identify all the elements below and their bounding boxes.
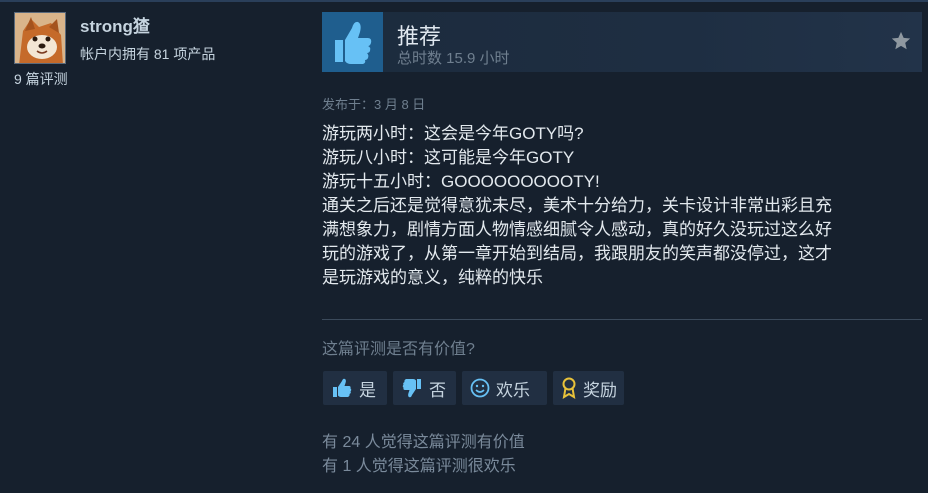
funny-count: 有 1 人觉得这篇评测很欢乐 — [322, 458, 516, 475]
dog-avatar-icon — [15, 13, 65, 63]
award-button[interactable]: 奖励 — [553, 371, 624, 405]
review-vote-header: 推荐 总时数 15.9 小时 — [322, 12, 922, 72]
review-line: 游玩八小时：这可能是今年GOTY — [322, 148, 575, 167]
thumbs-up-icon — [333, 378, 352, 397]
posted-date: 发布于：3 月 8 日 — [322, 97, 426, 112]
author-avatar[interactable] — [14, 12, 66, 64]
review-line: 满想象力，剧情方面人物情感细腻令人感动，真的好久没玩过这么好 — [322, 220, 832, 239]
review-line: 玩的游戏了，从第一章开始到结局，我跟朋友的笑声都没停过，这才 — [322, 244, 832, 263]
author-products-count[interactable]: 帐户内拥有 81 项产品 — [80, 44, 215, 64]
author-reviews-count[interactable]: 9 篇评测 — [14, 69, 68, 89]
top-border — [0, 0, 928, 2]
helpful-count: 有 24 人觉得这篇评测有价值 — [322, 434, 525, 451]
star-icon[interactable] — [890, 30, 912, 52]
review-line: 通关之后还是觉得意犹未尽，美术十分给力，关卡设计非常出彩且充 — [322, 196, 832, 215]
vote-no-label: 否 — [429, 380, 446, 400]
vote-funny-button[interactable]: 欢乐 — [462, 371, 547, 405]
award-label: 奖励 — [583, 380, 617, 400]
thumbs-down-icon — [402, 379, 421, 398]
vote-funny-label: 欢乐 — [496, 380, 530, 400]
review-body: 游玩两小时：这会是今年GOTY吗? 游玩八小时：这可能是今年GOTY 游玩十五小… — [322, 122, 918, 290]
thumbs-up-icon — [335, 21, 372, 64]
review-line: 游玩十五小时：GOOOOOOOOOTY! — [322, 172, 600, 191]
playtime-hours: 总时数 15.9 小时 — [397, 50, 510, 67]
author-name[interactable]: strong猹 — [80, 12, 150, 37]
divider — [322, 319, 922, 320]
award-ribbon-icon — [562, 377, 576, 399]
review-line: 游玩两小时：这会是今年GOTY吗? — [322, 124, 584, 143]
vote-no-button[interactable]: 否 — [393, 371, 456, 405]
vote-yes-label: 是 — [359, 380, 376, 400]
vote-yes-button[interactable]: 是 — [323, 371, 387, 405]
review-line: 是玩游戏的意义，纯粹的快乐 — [322, 268, 543, 287]
smiley-icon — [470, 378, 490, 398]
thumb-box — [322, 12, 383, 72]
helpful-question: 这篇评测是否有价值? — [322, 341, 475, 358]
